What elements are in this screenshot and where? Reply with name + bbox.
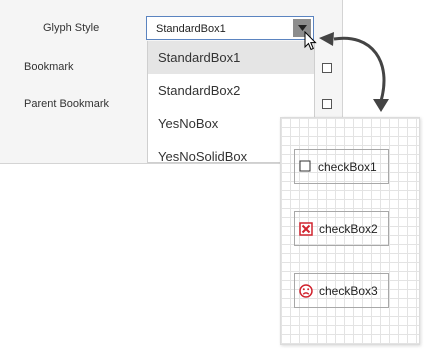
checkbox-label-2: checkBox2 bbox=[319, 222, 378, 236]
checkbox-label-3: checkBox3 bbox=[319, 284, 378, 298]
empty-box-icon bbox=[299, 160, 311, 172]
red-x-box-icon bbox=[299, 222, 313, 236]
sad-face-icon bbox=[299, 284, 313, 298]
design-surface: checkBox1 checkBox2 checkBox3 bbox=[280, 117, 420, 345]
checkbox-control-1[interactable]: checkBox1 bbox=[294, 149, 389, 184]
checkbox-control-2[interactable]: checkBox2 bbox=[294, 211, 389, 246]
checkbox-label-1: checkBox1 bbox=[318, 160, 377, 174]
checkbox-control-3[interactable]: checkBox3 bbox=[294, 273, 389, 308]
